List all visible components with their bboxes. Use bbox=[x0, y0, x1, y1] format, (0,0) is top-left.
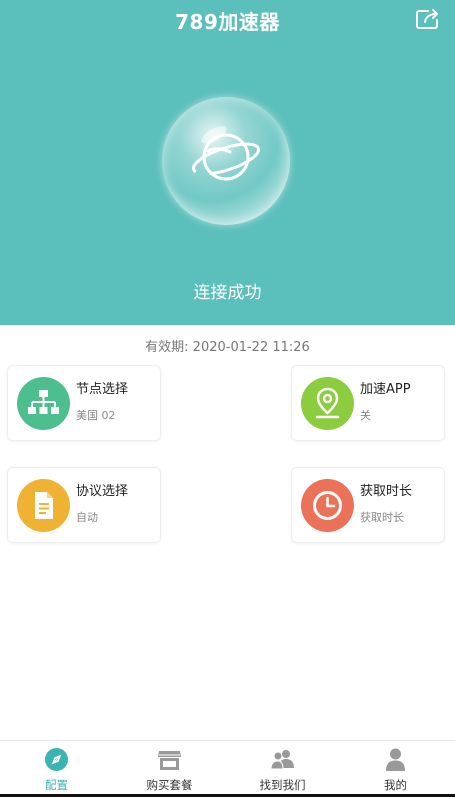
protocol-select-card[interactable]: 协议选择 自动 bbox=[7, 467, 161, 543]
card-title: 节点选择 bbox=[76, 382, 129, 397]
accelerate-app-card[interactable]: 加速APP 关 bbox=[291, 365, 445, 441]
card-subtitle: 获取时长 bbox=[360, 511, 404, 524]
share-icon[interactable] bbox=[414, 7, 442, 31]
document-icon bbox=[17, 479, 70, 532]
tab-config[interactable]: 配置 bbox=[0, 741, 113, 797]
app-title: 789加速器 bbox=[175, 10, 280, 34]
card-title: 加速APP bbox=[360, 382, 411, 397]
card-title: 协议选择 bbox=[76, 484, 129, 499]
compass-icon bbox=[44, 747, 69, 772]
tab-label: 购买套餐 bbox=[146, 778, 193, 792]
validity-text: 有效期: 2020-01-22 11:26 bbox=[145, 340, 310, 355]
tab-label: 配置 bbox=[45, 778, 68, 792]
card-subtitle: 自动 bbox=[76, 511, 98, 524]
tab-label: 我的 bbox=[384, 778, 407, 792]
users-icon bbox=[270, 747, 295, 772]
clock-icon bbox=[301, 479, 354, 532]
person-icon bbox=[383, 747, 408, 772]
tab-mine[interactable]: 我的 bbox=[339, 741, 452, 797]
network-tree-icon bbox=[17, 377, 70, 430]
bottom-tab-bar: 配置 购买套餐 找到我们 我的 bbox=[0, 740, 455, 797]
location-pin-icon bbox=[301, 377, 354, 430]
connection-status: 连接成功 bbox=[193, 283, 262, 303]
connect-button[interactable] bbox=[162, 97, 290, 225]
card-title: 获取时长 bbox=[360, 484, 413, 499]
tab-buy-plan[interactable]: 购买套餐 bbox=[113, 741, 226, 797]
get-time-card[interactable]: 获取时长 获取时长 bbox=[291, 467, 445, 543]
node-select-card[interactable]: 节点选择 美国 02 bbox=[7, 365, 161, 441]
tab-find-us[interactable]: 找到我们 bbox=[226, 741, 339, 797]
planet-icon bbox=[191, 126, 261, 181]
header-banner: 789加速器 连接成功 bbox=[0, 0, 455, 325]
card-subtitle: 美国 02 bbox=[76, 409, 116, 422]
store-icon bbox=[157, 747, 182, 772]
tab-label: 找到我们 bbox=[259, 778, 306, 792]
card-subtitle: 关 bbox=[360, 409, 371, 422]
